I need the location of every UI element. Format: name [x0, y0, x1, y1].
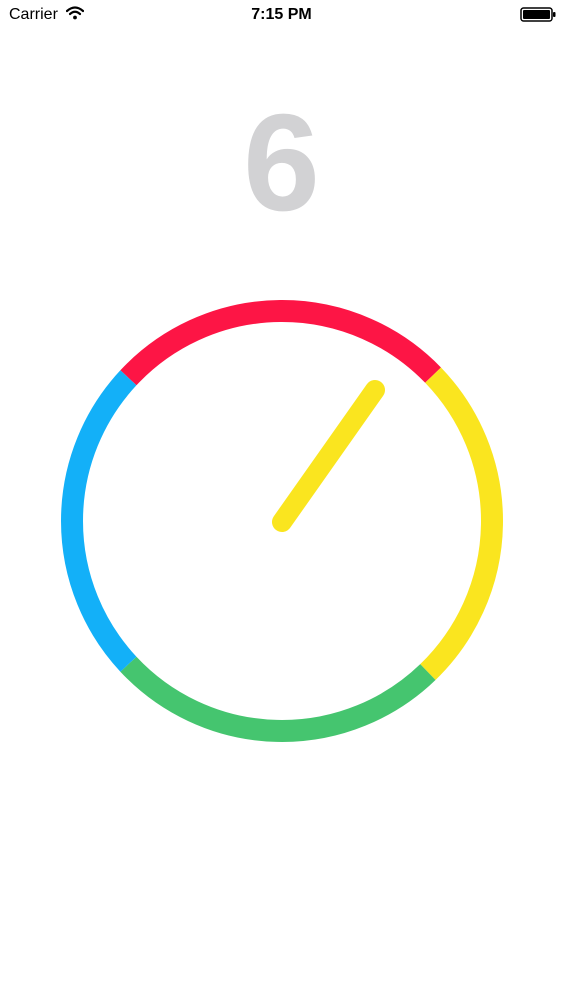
ring-segment-red: [120, 300, 441, 386]
ring-segment-yellow: [420, 367, 503, 680]
ring-segment-blue: [61, 370, 137, 672]
game-board[interactable]: [0, 0, 563, 1000]
ring-segment-green: [120, 656, 436, 742]
rotating-needle: [272, 380, 385, 532]
